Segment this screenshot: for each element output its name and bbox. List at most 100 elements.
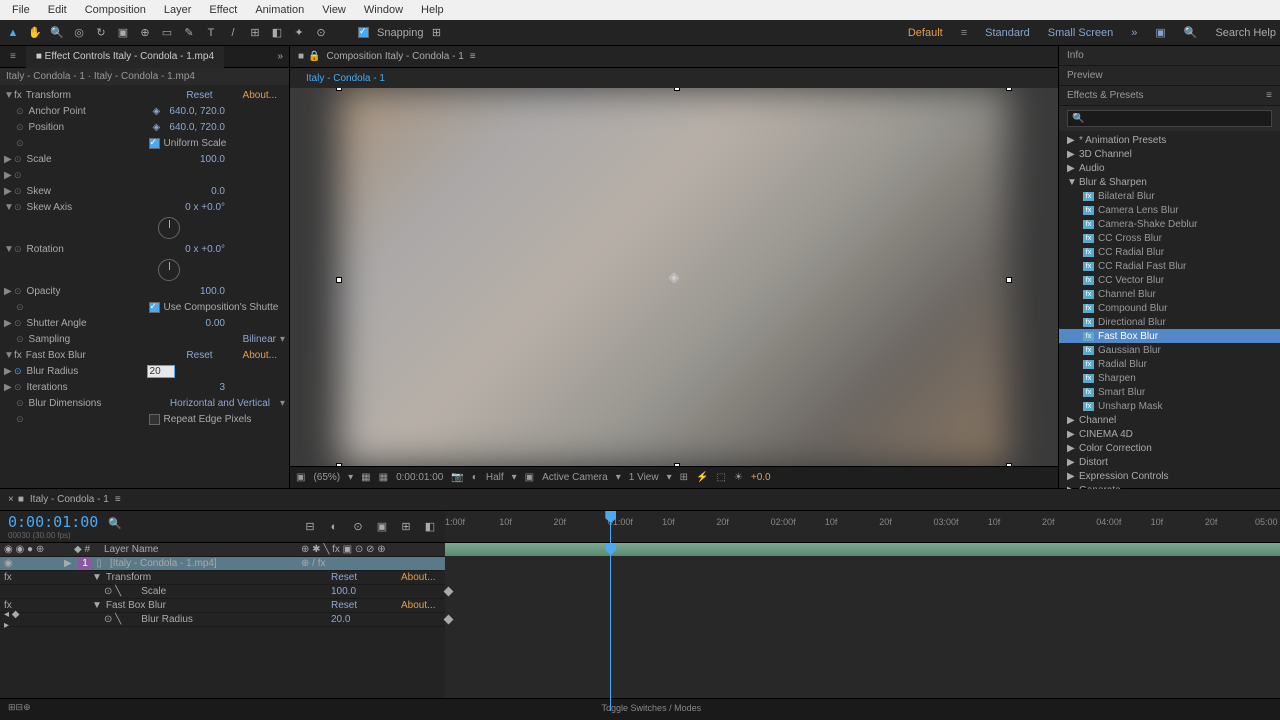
stopwatch-icon[interactable]: ⊙	[14, 244, 22, 255]
eff-directional-blur[interactable]: fxDirectional Blur	[1059, 315, 1280, 329]
fbb-reset[interactable]: Reset	[186, 350, 212, 361]
roto-tool-icon[interactable]: ✦	[290, 24, 308, 42]
iterations-toggle[interactable]: ▶	[4, 382, 14, 393]
panel-more-icon[interactable]: »	[271, 51, 289, 62]
tl-fbb-about[interactable]: About...	[401, 600, 441, 611]
rotation-value[interactable]: 0 x +0.0°	[185, 244, 225, 255]
effects-search-input[interactable]	[1067, 110, 1272, 127]
stopwatch-icon[interactable]: ⊙	[16, 138, 24, 149]
rect-tool-icon[interactable]: ▭	[158, 24, 176, 42]
blur-radius-toggle[interactable]: ▶	[4, 366, 14, 377]
layer-transform-row[interactable]: fx ▼ Transform Reset About...	[0, 571, 445, 585]
view-dropdown[interactable]: 1 View	[629, 472, 659, 483]
comp-tab-label[interactable]: Composition Italy - Condola - 1	[327, 51, 464, 62]
vf-3d-icon[interactable]: ⬚	[716, 472, 725, 483]
timeline-ruler[interactable]: 1:00f 10f 20f 01:00f 10f 20f 02:00f 10f …	[445, 511, 1280, 542]
menu-view[interactable]: View	[314, 2, 354, 18]
repeat-edge-checkbox[interactable]	[149, 414, 160, 425]
scale-toggle[interactable]: ▶	[4, 154, 14, 165]
eff-sharpen[interactable]: fxSharpen	[1059, 371, 1280, 385]
keyframe-blur-start[interactable]	[444, 615, 454, 625]
transform-reset[interactable]: Reset	[186, 90, 212, 101]
cat-expression-controls[interactable]: ▶Expression Controls	[1059, 469, 1280, 483]
track-playhead[interactable]	[610, 543, 611, 698]
workspace-small[interactable]: Small Screen	[1048, 27, 1113, 39]
stopwatch-icon[interactable]: ⊙	[14, 186, 22, 197]
keyframe-scale-start[interactable]	[444, 587, 454, 597]
orbit-tool-icon[interactable]: ◎	[70, 24, 88, 42]
cat-audio[interactable]: ▶Audio	[1059, 161, 1280, 175]
eff-cc-cross-blur[interactable]: fxCC Cross Blur	[1059, 231, 1280, 245]
stopwatch-icon[interactable]: ⊙	[16, 414, 24, 425]
eff-bilateral-blur[interactable]: fxBilateral Blur	[1059, 189, 1280, 203]
comp-subpath[interactable]: Italy - Condola - 1	[306, 73, 385, 84]
skew-toggle[interactable]: ▶	[4, 186, 14, 197]
timeline-search-icon[interactable]: 🔍	[108, 517, 122, 530]
layer-1-bar[interactable]	[445, 543, 1280, 556]
tl-scale-value[interactable]: 100.0	[331, 586, 401, 597]
pan-behind-tool-icon[interactable]: ⊕	[136, 24, 154, 42]
tl-shy-icon[interactable]: ⊟	[301, 518, 319, 536]
selection-tool-icon[interactable]: ▲	[4, 24, 22, 42]
comp-tab-lock-icon[interactable]: 🔒	[308, 51, 320, 62]
timeline-track-area[interactable]	[445, 543, 1280, 698]
timeline-timecode[interactable]: 0:00:01:00	[8, 513, 98, 531]
stopwatch-icon[interactable]: ⊙	[14, 154, 22, 165]
timeline-tab[interactable]: Italy - Condola - 1	[30, 494, 109, 505]
skew-axis-dial[interactable]	[158, 217, 180, 239]
skew-axis-toggle[interactable]: ▼	[4, 202, 14, 213]
rotation-dial[interactable]	[158, 259, 180, 281]
toggle-switches-button[interactable]: Toggle Switches / Modes	[602, 703, 702, 713]
cat-distort[interactable]: ▶Distort	[1059, 455, 1280, 469]
tl-footer-icon2[interactable]: ⊟	[16, 702, 24, 713]
menu-animation[interactable]: Animation	[247, 2, 312, 18]
workspace-more-icon[interactable]: »	[1131, 27, 1137, 39]
stopwatch-icon[interactable]: ⊙	[14, 286, 22, 297]
vf-grid-icon[interactable]: ▦	[379, 472, 388, 483]
cat-color-correction[interactable]: ▶Color Correction	[1059, 441, 1280, 455]
rotation-toggle[interactable]: ▼	[4, 244, 14, 255]
vf-res-icon[interactable]: ▦	[361, 472, 370, 483]
skew-toggle-1[interactable]: ▶	[4, 170, 14, 181]
col-layer-name[interactable]: Layer Name	[104, 544, 301, 555]
ep-menu-icon[interactable]: ≡	[1266, 90, 1272, 101]
tl-footer-icon3[interactable]: ⊕	[23, 702, 31, 713]
layer-row-1[interactable]: ◉ ▶ 1 ▯ [Italy - Condola - 1.mp4] ⊕ / fx	[0, 557, 445, 571]
eff-smart-blur[interactable]: fxSmart Blur	[1059, 385, 1280, 399]
workspace-standard[interactable]: Standard	[985, 27, 1030, 39]
eff-camera-shake-deblur[interactable]: fxCamera-Shake Deblur	[1059, 217, 1280, 231]
eff-gaussian-blur[interactable]: fxGaussian Blur	[1059, 343, 1280, 357]
zoom-tool-icon[interactable]: 🔍	[48, 24, 66, 42]
sampling-value[interactable]: Bilinear	[243, 334, 276, 345]
type-tool-icon[interactable]: T	[202, 24, 220, 42]
workspace-default[interactable]: Default	[908, 27, 943, 39]
stopwatch-icon[interactable]: ⊙	[14, 382, 22, 393]
search-help-label[interactable]: Search Help	[1215, 27, 1276, 39]
vf-exposure-icon[interactable]: ☀	[734, 472, 743, 483]
tl-fbb-reset[interactable]: Reset	[331, 600, 401, 611]
stopwatch-icon[interactable]: ⊙	[16, 122, 24, 133]
tl-frame-blend-icon[interactable]: ◐	[325, 518, 343, 536]
tl-blur-value[interactable]: 20.0	[331, 614, 401, 625]
menu-file[interactable]: File	[4, 2, 38, 18]
clone-tool-icon[interactable]: ⊞	[246, 24, 264, 42]
eraser-tool-icon[interactable]: ◧	[268, 24, 286, 42]
pen-tool-icon[interactable]: ✎	[180, 24, 198, 42]
snapshot-icon[interactable]: 📷	[451, 472, 463, 483]
cat-cinema4d[interactable]: ▶CINEMA 4D	[1059, 427, 1280, 441]
info-panel-header[interactable]: Info	[1059, 46, 1280, 66]
vf-roi-icon[interactable]: ▣	[525, 472, 534, 483]
uniform-scale-checkbox[interactable]	[149, 138, 160, 149]
layer-blur-radius-row[interactable]: ◂ ◆ ▸ ⊙ ╲ Blur Radius 20.0	[0, 613, 445, 627]
eff-unsharp-mask[interactable]: fxUnsharp Mask	[1059, 399, 1280, 413]
stopwatch-icon[interactable]: ⊙	[14, 366, 22, 377]
layer-scale-row[interactable]: ⊙ ╲ Scale 100.0	[0, 585, 445, 599]
stopwatch-icon[interactable]: ⊙	[16, 302, 24, 313]
blur-radius-input[interactable]	[147, 365, 175, 378]
exposure-value[interactable]: +0.0	[751, 472, 771, 483]
stopwatch-icon[interactable]: ⊙	[16, 398, 24, 409]
eff-radial-blur[interactable]: fxRadial Blur	[1059, 357, 1280, 371]
search-icon[interactable]: 🔍	[1184, 26, 1198, 39]
rotate-tool-icon[interactable]: ↻	[92, 24, 110, 42]
puppet-tool-icon[interactable]: ⊙	[312, 24, 330, 42]
